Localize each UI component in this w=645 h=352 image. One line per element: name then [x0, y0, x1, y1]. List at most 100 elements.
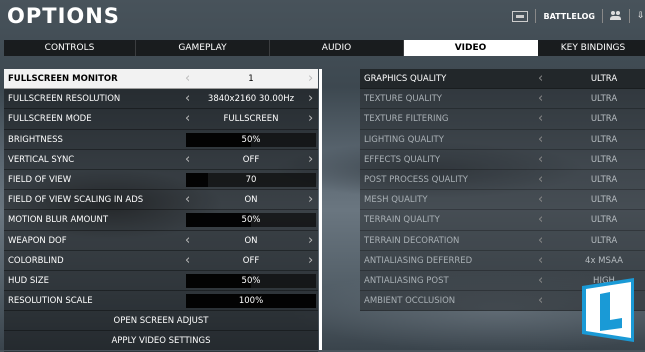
apply-video-settings-button[interactable]: APPLY VIDEO SETTINGS	[4, 331, 318, 352]
setting-value: 4x MSAA	[585, 255, 623, 266]
setting-row-post-process-quality: POST PROCESS QUALITY ‹ ULTRA	[360, 169, 645, 191]
page-title: OPTIONS	[7, 4, 120, 28]
arrow-right-icon[interactable]: ›	[308, 69, 313, 89]
battlelog-button[interactable]: BATTLELOG	[543, 12, 595, 21]
setting-label: FULLSCREEN MODE	[8, 114, 92, 125]
arrow-left-icon[interactable]: ‹	[185, 231, 190, 251]
setting-value: ULTRA	[590, 114, 618, 125]
download-icon[interactable]: ⇩	[637, 11, 645, 21]
setting-label: MOTION BLUR AMOUNT	[8, 215, 109, 226]
arrow-right-icon[interactable]: ›	[308, 251, 313, 271]
brightness-slider[interactable]: 50%	[186, 132, 316, 147]
arrow-left-icon: ‹	[538, 151, 544, 167]
setting-label: COLORBLIND	[8, 255, 64, 266]
resolution-scale-slider[interactable]: 100%	[186, 294, 316, 309]
arrow-left-icon: ‹	[538, 111, 544, 127]
setting-label: FIELD OF VIEW	[8, 174, 72, 185]
setting-label: VERTICAL SYNC	[8, 154, 75, 165]
setting-label: WEAPON DOF	[8, 235, 67, 246]
setting-value: ULTRA	[590, 215, 618, 226]
setting-row-fov-scaling-ads[interactable]: FIELD OF VIEW SCALING IN ADS ‹ ON ›	[4, 190, 318, 211]
setting-row-fullscreen-resolution[interactable]: FULLSCREEN RESOLUTION ‹ 3840x2160 30.00H…	[4, 89, 318, 110]
setting-value: 70	[245, 174, 257, 185]
tab-video[interactable]: VIDEO	[404, 40, 538, 56]
arrow-right-icon[interactable]: ›	[308, 109, 313, 129]
arrow-left-icon[interactable]: ‹	[185, 89, 190, 109]
arrow-left-icon: ‹	[538, 131, 544, 147]
setting-value: ULTRA	[590, 235, 618, 246]
setting-label: AMBIENT OCCLUSION	[364, 296, 456, 307]
button-label: OPEN SCREEN ADJUST	[113, 316, 209, 327]
tab-audio[interactable]: AUDIO	[270, 40, 404, 56]
setting-row-motion-blur[interactable]: MOTION BLUR AMOUNT 50%	[4, 210, 318, 231]
setting-value: ULTRA	[590, 154, 618, 165]
setting-row-field-of-view[interactable]: FIELD OF VIEW 70	[4, 170, 318, 191]
setting-value: ULTRA	[590, 195, 618, 206]
arrow-left-icon: ‹	[538, 232, 544, 248]
hud-size-slider[interactable]: 50%	[186, 273, 316, 288]
setting-label: TEXTURE FILTERING	[364, 114, 449, 125]
setting-row-hud-size[interactable]: HUD SIZE 50%	[4, 271, 318, 292]
setting-label: FIELD OF VIEW SCALING IN ADS	[8, 195, 144, 206]
tab-key-bindings[interactable]: KEY BINDINGS	[538, 40, 645, 56]
setting-value: 100%	[238, 296, 264, 307]
arrow-left-icon: ‹	[538, 171, 544, 187]
divider	[629, 9, 630, 23]
chat-icon[interactable]	[512, 10, 529, 22]
arrow-left-icon: ‹	[538, 212, 544, 228]
arrow-right-icon[interactable]: ›	[308, 190, 313, 210]
arrow-left-icon[interactable]: ‹	[185, 190, 190, 210]
setting-label: GRAPHICS QUALITY	[364, 74, 447, 84]
field-of-view-slider[interactable]: 70	[186, 172, 316, 187]
setting-value: 1	[248, 74, 254, 84]
arrow-left-icon: ‹	[538, 252, 544, 268]
button-label: APPLY VIDEO SETTINGS	[111, 336, 211, 347]
arrow-left-icon: ‹	[538, 192, 544, 208]
setting-label: EFFECTS QUALITY	[364, 154, 441, 165]
setting-row-resolution-scale[interactable]: RESOLUTION SCALE 100%	[4, 291, 318, 312]
tab-gameplay[interactable]: GAMEPLAY	[136, 40, 270, 56]
setting-row-fullscreen-monitor[interactable]: FULLSCREEN MONITOR ‹ 1 ›	[4, 69, 318, 90]
divider	[602, 9, 603, 23]
top-right-bar: BATTLELOG ⇩	[512, 9, 645, 23]
arrow-right-icon[interactable]: ›	[308, 150, 313, 170]
left-panel-scrollbar[interactable]	[319, 69, 322, 350]
open-screen-adjust-button[interactable]: OPEN SCREEN ADJUST	[4, 311, 318, 332]
motion-blur-slider[interactable]: 50%	[186, 213, 316, 228]
setting-row-weapon-dof[interactable]: WEAPON DOF ‹ ON ›	[4, 231, 318, 251]
setting-value: 3840x2160 30.00Hz	[207, 94, 295, 105]
setting-label: TERRAIN DECORATION	[364, 235, 460, 246]
tab-bar: CONTROLS GAMEPLAY AUDIO VIDEO KEY BINDIN…	[4, 40, 645, 56]
setting-label: ANTIALIASING POST	[364, 275, 449, 286]
setting-label: RESOLUTION SCALE	[8, 296, 93, 307]
friends-icon[interactable]	[610, 11, 622, 21]
setting-label: FULLSCREEN MONITOR	[8, 74, 118, 84]
setting-value: 50%	[241, 275, 261, 286]
setting-label: BRIGHTNESS	[8, 134, 63, 145]
setting-row-texture-filtering: TEXTURE FILTERING ‹ ULTRA	[360, 109, 645, 130]
setting-label: POST PROCESS QUALITY	[364, 174, 468, 185]
arrow-right-icon[interactable]: ›	[308, 89, 313, 109]
arrow-right-icon[interactable]: ›	[308, 231, 313, 251]
setting-row-fullscreen-mode[interactable]: FULLSCREEN MODE ‹ FULLSCREEN ›	[4, 109, 318, 130]
setting-row-texture-quality: TEXTURE QUALITY ‹ ULTRA	[360, 89, 645, 110]
setting-row-lighting-quality: LIGHTING QUALITY ‹ ULTRA	[360, 129, 645, 150]
setting-row-colorblind[interactable]: COLORBLIND ‹ OFF ›	[4, 251, 318, 271]
site-logo-watermark	[582, 278, 634, 342]
setting-row-brightness[interactable]: BRIGHTNESS 50%	[4, 130, 318, 150]
arrow-left-icon[interactable]: ‹	[185, 150, 190, 170]
arrow-left-icon[interactable]: ‹	[538, 69, 543, 89]
setting-row-graphics-quality[interactable]: GRAPHICS QUALITY ‹ ULTRA	[360, 69, 645, 90]
setting-value: OFF	[242, 154, 260, 165]
setting-row-vertical-sync[interactable]: VERTICAL SYNC ‹ OFF ›	[4, 150, 318, 170]
setting-value: ULTRA	[590, 74, 618, 84]
arrow-left-icon[interactable]: ‹	[185, 109, 190, 129]
arrow-left-icon[interactable]: ‹	[185, 69, 190, 89]
setting-row-terrain-quality: TERRAIN QUALITY ‹ ULTRA	[360, 210, 645, 231]
tab-controls[interactable]: CONTROLS	[4, 40, 136, 56]
setting-row-antialiasing-deferred: ANTIALIASING DEFERRED ‹ 4x MSAA	[360, 250, 645, 271]
setting-value: ON	[244, 235, 258, 246]
setting-value: ULTRA	[590, 174, 618, 185]
setting-label: MESH QUALITY	[364, 195, 428, 206]
arrow-left-icon[interactable]: ‹	[185, 251, 190, 271]
